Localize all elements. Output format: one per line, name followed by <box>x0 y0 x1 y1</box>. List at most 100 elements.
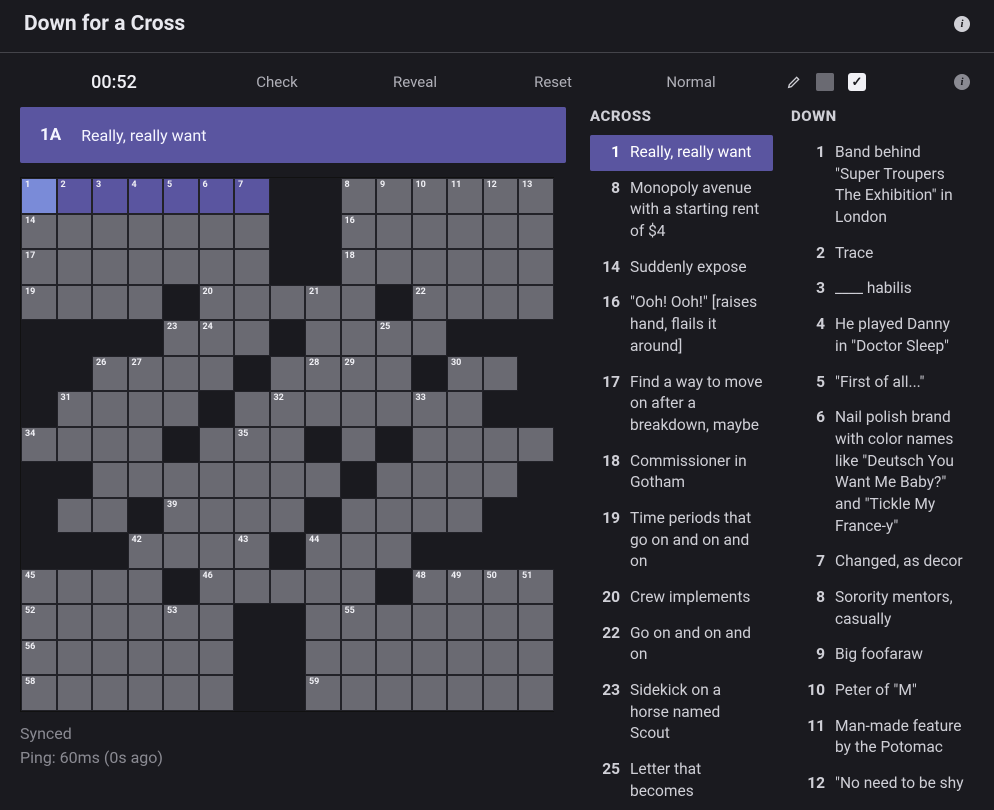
grid-cell[interactable] <box>483 462 519 498</box>
grid-cell[interactable]: 8 <box>341 178 377 214</box>
grid-cell[interactable] <box>305 604 341 640</box>
grid-cell[interactable] <box>412 640 448 676</box>
grid-cell[interactable] <box>412 427 448 463</box>
clue-item[interactable]: 3____ habilis <box>791 271 974 307</box>
clue-item[interactable]: 10Peter of "M" <box>791 673 974 709</box>
grid-cell[interactable] <box>92 498 128 534</box>
grid-cell[interactable] <box>57 675 93 711</box>
grid-cell[interactable]: 26 <box>92 356 128 392</box>
clue-item[interactable]: 22Go on and on and on <box>590 616 773 673</box>
grid-cell[interactable] <box>128 462 164 498</box>
grid-cell[interactable] <box>376 604 412 640</box>
grid-cell[interactable]: 53 <box>163 604 199 640</box>
grid-cell[interactable]: 16 <box>341 214 377 250</box>
grid-cell[interactable] <box>341 391 377 427</box>
grid-cell[interactable] <box>92 249 128 285</box>
grid-cell[interactable] <box>447 285 483 321</box>
grid-cell[interactable] <box>447 391 483 427</box>
grid-cell[interactable]: 24 <box>199 320 235 356</box>
grid-cell[interactable] <box>270 356 306 392</box>
grid-cell[interactable] <box>57 640 93 676</box>
grid-cell[interactable]: 43 <box>234 533 270 569</box>
grid-cell[interactable] <box>163 462 199 498</box>
grid-cell[interactable] <box>128 640 164 676</box>
grid-cell[interactable] <box>199 249 235 285</box>
grid-cell[interactable]: 44 <box>305 533 341 569</box>
grid-cell[interactable] <box>447 214 483 250</box>
grid-cell[interactable] <box>199 427 235 463</box>
grid-cell[interactable]: 59 <box>305 675 341 711</box>
grid-cell[interactable] <box>234 320 270 356</box>
grid-cell[interactable] <box>92 604 128 640</box>
grid-cell[interactable]: 14 <box>21 214 57 250</box>
grid-cell[interactable] <box>376 498 412 534</box>
grid-cell[interactable] <box>518 285 554 321</box>
grid-cell[interactable] <box>305 391 341 427</box>
grid-cell[interactable] <box>163 533 199 569</box>
grid-cell[interactable] <box>518 675 554 711</box>
grid-cell[interactable]: 19 <box>21 285 57 321</box>
clue-item[interactable]: 20Crew implements <box>590 580 773 616</box>
color-swatch[interactable] <box>816 73 834 91</box>
grid-cell[interactable] <box>447 675 483 711</box>
grid-cell[interactable]: 7 <box>234 178 270 214</box>
clue-item[interactable]: 9Big foofaraw <box>791 637 974 673</box>
grid-cell[interactable]: 27 <box>128 356 164 392</box>
grid-cell[interactable] <box>199 533 235 569</box>
grid-cell[interactable] <box>412 214 448 250</box>
grid-cell[interactable] <box>163 391 199 427</box>
grid-cell[interactable] <box>341 533 377 569</box>
grid-cell[interactable] <box>483 640 519 676</box>
check-button[interactable]: Check <box>212 69 342 95</box>
grid-cell[interactable] <box>128 427 164 463</box>
grid-cell[interactable]: 11 <box>447 178 483 214</box>
info-icon[interactable]: i <box>954 16 970 32</box>
grid-cell[interactable] <box>128 569 164 605</box>
grid-cell[interactable] <box>305 462 341 498</box>
grid-cell[interactable] <box>199 356 235 392</box>
mode-button[interactable]: Normal <box>626 69 756 95</box>
grid-cell[interactable] <box>57 249 93 285</box>
clue-item[interactable]: 1Really, really want <box>590 135 773 171</box>
clue-item[interactable]: 5"First of all..." <box>791 365 974 401</box>
grid-cell[interactable] <box>128 675 164 711</box>
grid-cell[interactable] <box>518 604 554 640</box>
grid-cell[interactable] <box>483 249 519 285</box>
grid-cell[interactable]: 52 <box>21 604 57 640</box>
grid-cell[interactable] <box>57 427 93 463</box>
grid-cell[interactable] <box>412 675 448 711</box>
grid-cell[interactable] <box>163 249 199 285</box>
grid-cell[interactable]: 39 <box>163 498 199 534</box>
grid-cell[interactable]: 58 <box>21 675 57 711</box>
grid-cell[interactable] <box>447 498 483 534</box>
grid-cell[interactable] <box>412 249 448 285</box>
grid-cell[interactable] <box>483 604 519 640</box>
grid-cell[interactable]: 29 <box>341 356 377 392</box>
grid-cell[interactable] <box>483 285 519 321</box>
grid-cell[interactable] <box>57 285 93 321</box>
grid-cell[interactable] <box>128 214 164 250</box>
grid-cell[interactable] <box>447 604 483 640</box>
grid-cell[interactable]: 25 <box>376 320 412 356</box>
autocheck-checkbox[interactable]: ✓ <box>848 73 866 91</box>
grid-cell[interactable] <box>234 569 270 605</box>
grid-cell[interactable] <box>447 249 483 285</box>
grid-cell[interactable] <box>92 640 128 676</box>
grid-cell[interactable] <box>341 569 377 605</box>
grid-cell[interactable] <box>234 249 270 285</box>
grid-cell[interactable]: 49 <box>447 569 483 605</box>
grid-cell[interactable] <box>234 285 270 321</box>
grid-cell[interactable] <box>163 675 199 711</box>
grid-cell[interactable] <box>412 462 448 498</box>
clue-item[interactable]: 1Band behind "Super Troupers The Exhibit… <box>791 135 974 236</box>
clue-item[interactable]: 6Nail polish brand with color names like… <box>791 400 974 544</box>
grid-cell[interactable]: 32 <box>270 391 306 427</box>
grid-cell[interactable]: 33 <box>412 391 448 427</box>
grid-cell[interactable] <box>92 214 128 250</box>
grid-cell[interactable] <box>483 214 519 250</box>
grid-cell[interactable] <box>128 285 164 321</box>
grid-cell[interactable] <box>234 214 270 250</box>
grid-cell[interactable] <box>270 462 306 498</box>
grid-cell[interactable]: 17 <box>21 249 57 285</box>
clue-item[interactable]: 25Letter that becomes <box>590 752 773 809</box>
